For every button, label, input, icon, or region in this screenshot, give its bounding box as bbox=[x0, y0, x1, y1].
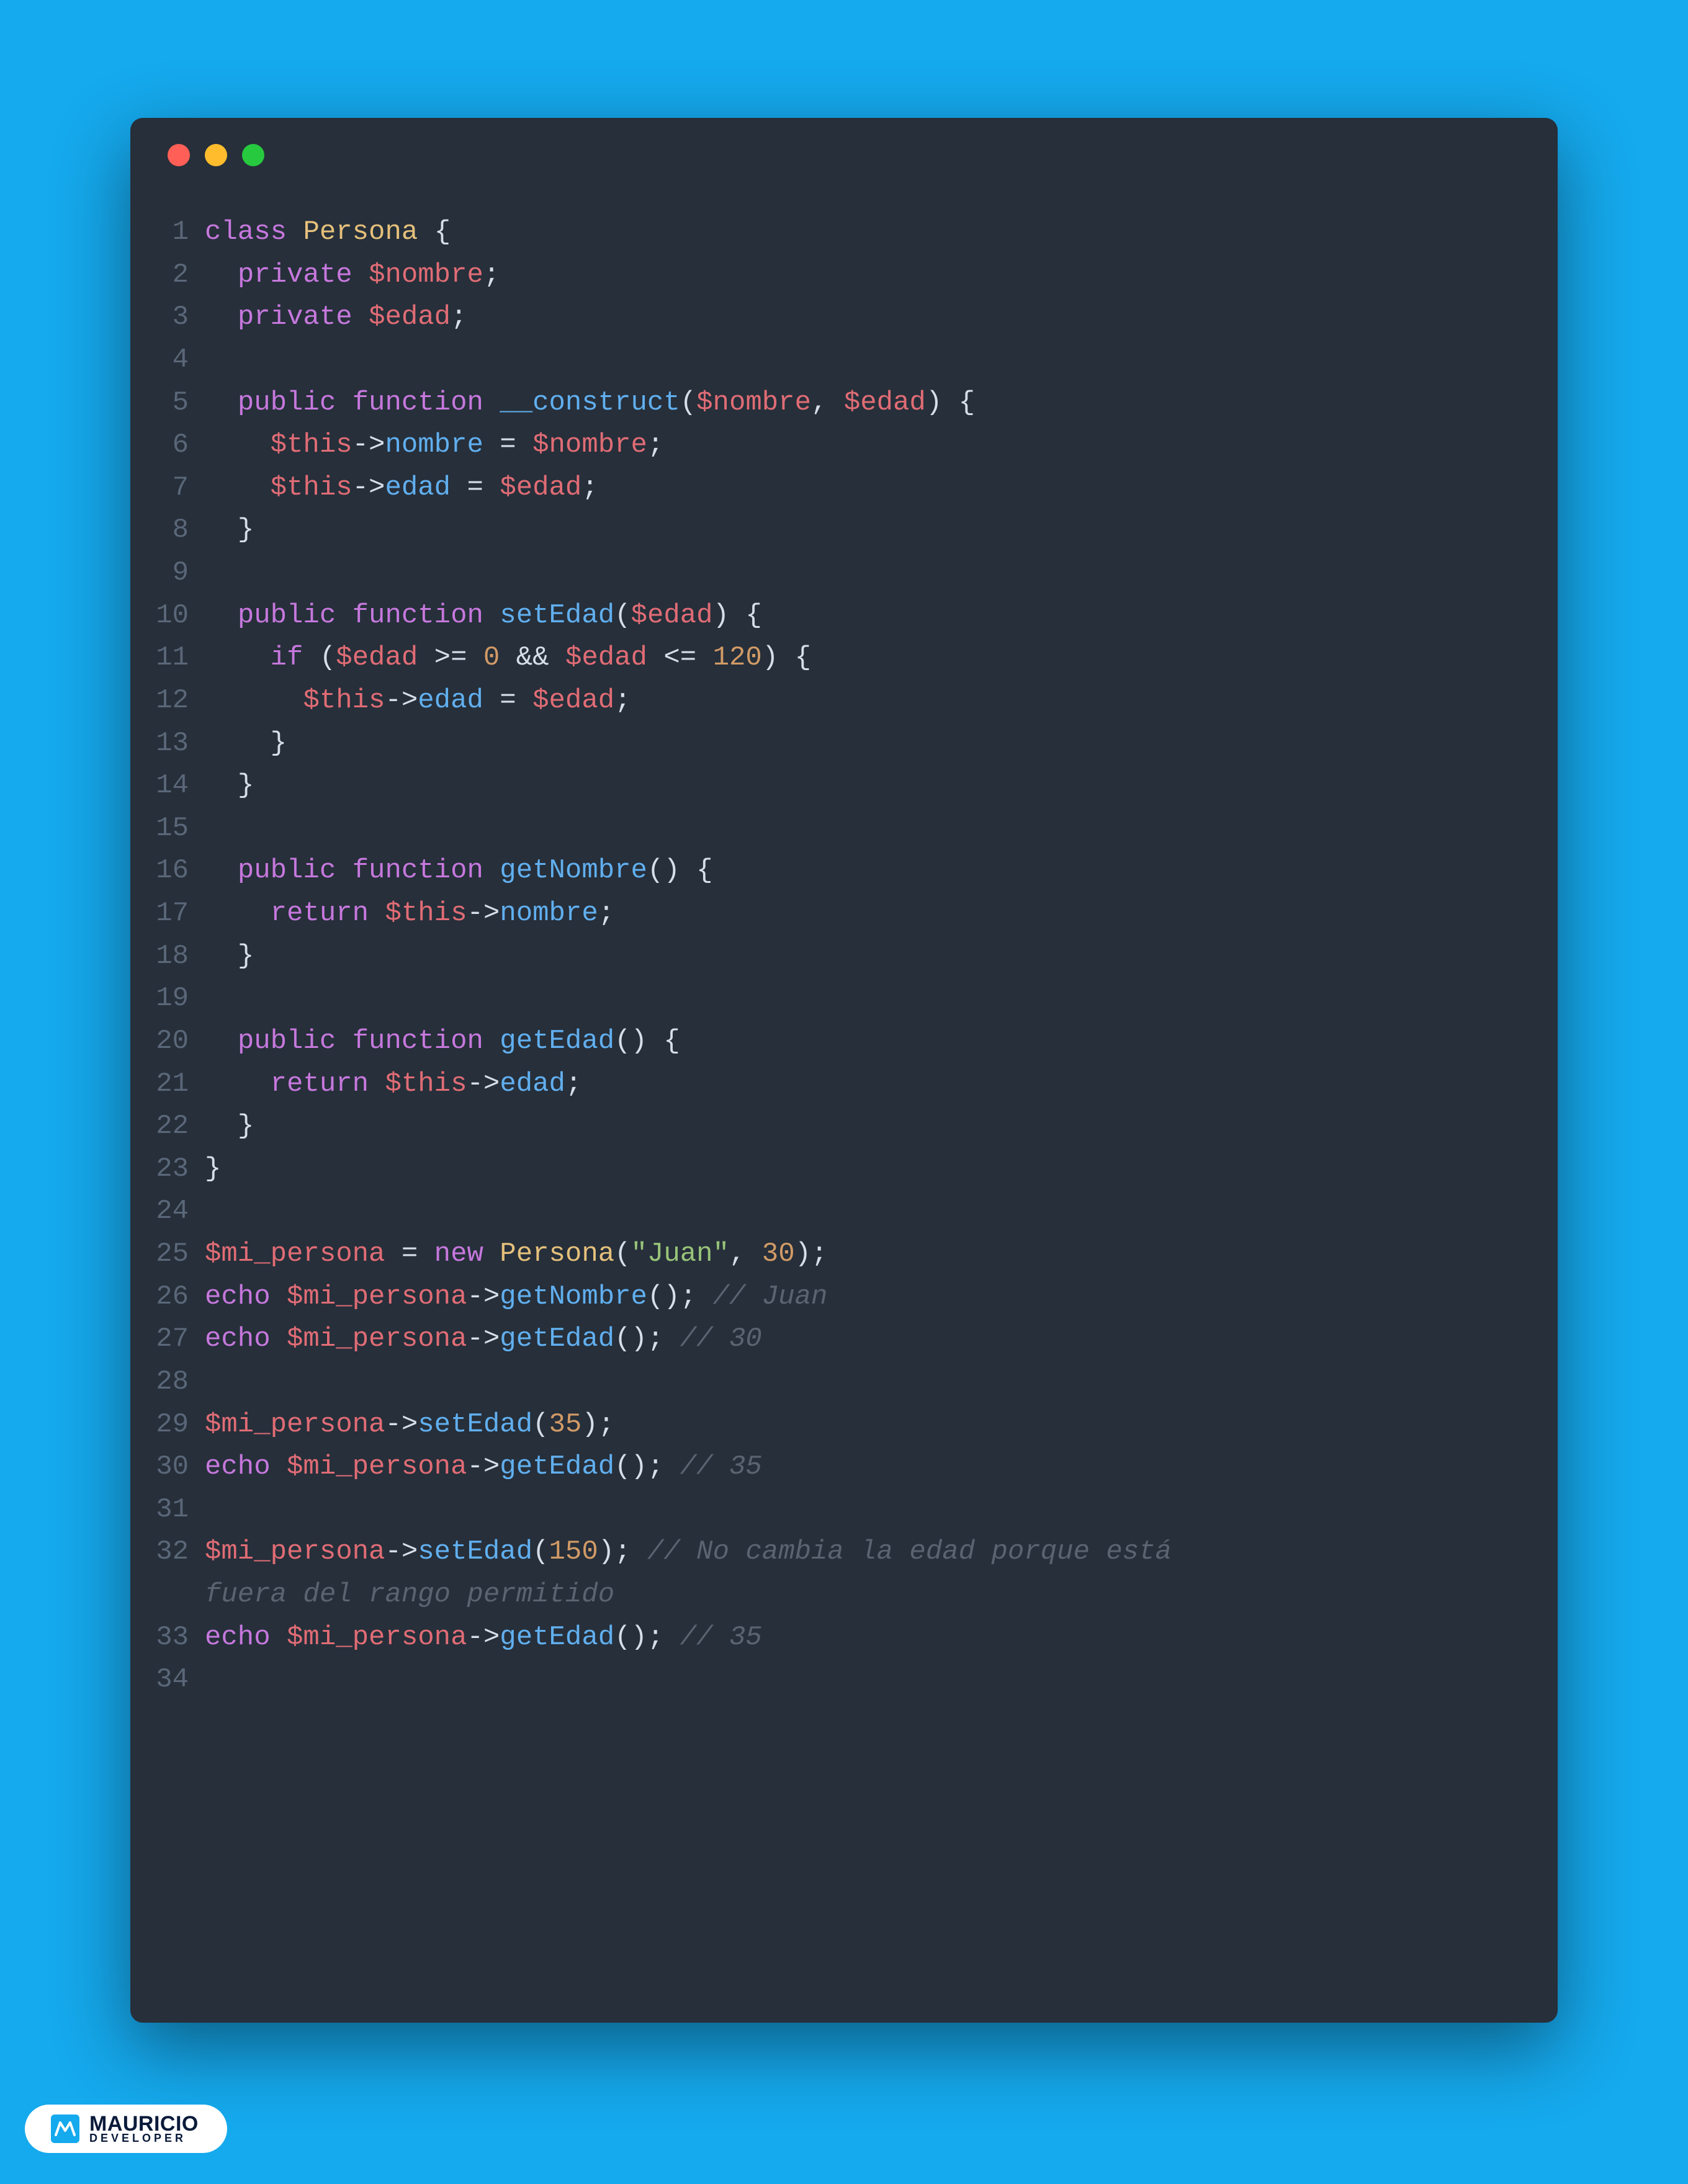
author-badge: MAURICIO DEVELOPER bbox=[25, 2105, 227, 2153]
code-line: 7 $this->edad = $edad; bbox=[149, 467, 1520, 509]
code-line: 4 bbox=[149, 339, 1520, 382]
line-number: 27 bbox=[149, 1318, 205, 1361]
code-line: fuera del rango permitido bbox=[149, 1573, 1520, 1616]
code-line: 13 } bbox=[149, 722, 1520, 765]
code-line: 24 bbox=[149, 1190, 1520, 1233]
line-number: 5 bbox=[149, 382, 205, 424]
code-line: 22 } bbox=[149, 1105, 1520, 1148]
code-line: 9 bbox=[149, 552, 1520, 594]
line-number: 23 bbox=[149, 1148, 205, 1191]
line-number: 9 bbox=[149, 552, 205, 594]
line-number: 19 bbox=[149, 977, 205, 1020]
line-number: 29 bbox=[149, 1403, 205, 1446]
code-line: 32$mi_persona->setEdad(150); // No cambi… bbox=[149, 1531, 1520, 1573]
code-line: 28 bbox=[149, 1361, 1520, 1403]
line-number: 20 bbox=[149, 1020, 205, 1063]
code-line: 26echo $mi_persona->getNombre(); // Juan bbox=[149, 1276, 1520, 1318]
line-number: 30 bbox=[149, 1446, 205, 1488]
line-number: 11 bbox=[149, 637, 205, 679]
code-content[interactable]: 1class Persona {2 private $nombre;3 priv… bbox=[130, 192, 1558, 2023]
author-name: MAURICIO bbox=[89, 2115, 199, 2134]
line-number: 22 bbox=[149, 1105, 205, 1148]
code-line: 15 bbox=[149, 807, 1520, 850]
line-number: 26 bbox=[149, 1276, 205, 1318]
code-line: 1class Persona { bbox=[149, 211, 1520, 254]
author-logo-icon bbox=[50, 2113, 81, 2144]
line-number: 3 bbox=[149, 296, 205, 339]
code-line: 18 } bbox=[149, 935, 1520, 978]
line-number: 6 bbox=[149, 424, 205, 467]
minimize-icon[interactable] bbox=[205, 144, 227, 166]
line-number: 33 bbox=[149, 1616, 205, 1659]
line-number: 2 bbox=[149, 254, 205, 297]
code-editor-window: 1class Persona {2 private $nombre;3 priv… bbox=[130, 118, 1558, 2023]
code-line: 11 if ($edad >= 0 && $edad <= 120) { bbox=[149, 637, 1520, 679]
line-number: 10 bbox=[149, 594, 205, 637]
line-number: 16 bbox=[149, 849, 205, 892]
line-number: 7 bbox=[149, 467, 205, 509]
code-line: 29$mi_persona->setEdad(35); bbox=[149, 1403, 1520, 1446]
close-icon[interactable] bbox=[168, 144, 190, 166]
code-line: 16 public function getNombre() { bbox=[149, 849, 1520, 892]
code-line: 3 private $edad; bbox=[149, 296, 1520, 339]
code-line: 5 public function __construct($nombre, $… bbox=[149, 382, 1520, 424]
code-line: 30echo $mi_persona->getEdad(); // 35 bbox=[149, 1446, 1520, 1488]
code-line: 17 return $this->nombre; bbox=[149, 892, 1520, 935]
line-number: 34 bbox=[149, 1658, 205, 1701]
line-number: 21 bbox=[149, 1063, 205, 1106]
line-number: 8 bbox=[149, 509, 205, 552]
code-line: 8 } bbox=[149, 509, 1520, 552]
code-line: 21 return $this->edad; bbox=[149, 1063, 1520, 1106]
code-line: 31 bbox=[149, 1488, 1520, 1531]
line-number: 13 bbox=[149, 722, 205, 765]
author-role: DEVELOPER bbox=[89, 2133, 199, 2143]
line-number: 28 bbox=[149, 1361, 205, 1403]
line-number: 12 bbox=[149, 679, 205, 722]
line-number: 18 bbox=[149, 935, 205, 978]
code-line: 12 $this->edad = $edad; bbox=[149, 679, 1520, 722]
window-titlebar bbox=[130, 118, 1558, 192]
code-line: 10 public function setEdad($edad) { bbox=[149, 594, 1520, 637]
code-line: 20 public function getEdad() { bbox=[149, 1020, 1520, 1063]
code-line: 2 private $nombre; bbox=[149, 254, 1520, 297]
code-line: 14 } bbox=[149, 764, 1520, 807]
code-line: 33echo $mi_persona->getEdad(); // 35 bbox=[149, 1616, 1520, 1659]
maximize-icon[interactable] bbox=[242, 144, 264, 166]
line-number: 1 bbox=[149, 211, 205, 254]
code-line: 27echo $mi_persona->getEdad(); // 30 bbox=[149, 1318, 1520, 1361]
line-number bbox=[149, 1573, 205, 1616]
line-number: 24 bbox=[149, 1190, 205, 1233]
code-line: 25$mi_persona = new Persona("Juan", 30); bbox=[149, 1233, 1520, 1276]
code-line: 23} bbox=[149, 1148, 1520, 1191]
line-number: 14 bbox=[149, 764, 205, 807]
line-number: 32 bbox=[149, 1531, 205, 1573]
line-number: 31 bbox=[149, 1488, 205, 1531]
code-line: 6 $this->nombre = $nombre; bbox=[149, 424, 1520, 467]
line-number: 25 bbox=[149, 1233, 205, 1276]
code-line: 19 bbox=[149, 977, 1520, 1020]
code-line: 34 bbox=[149, 1658, 1520, 1701]
line-number: 17 bbox=[149, 892, 205, 935]
author-badge-text: MAURICIO DEVELOPER bbox=[89, 2115, 199, 2144]
line-number: 4 bbox=[149, 339, 205, 382]
line-number: 15 bbox=[149, 807, 205, 850]
